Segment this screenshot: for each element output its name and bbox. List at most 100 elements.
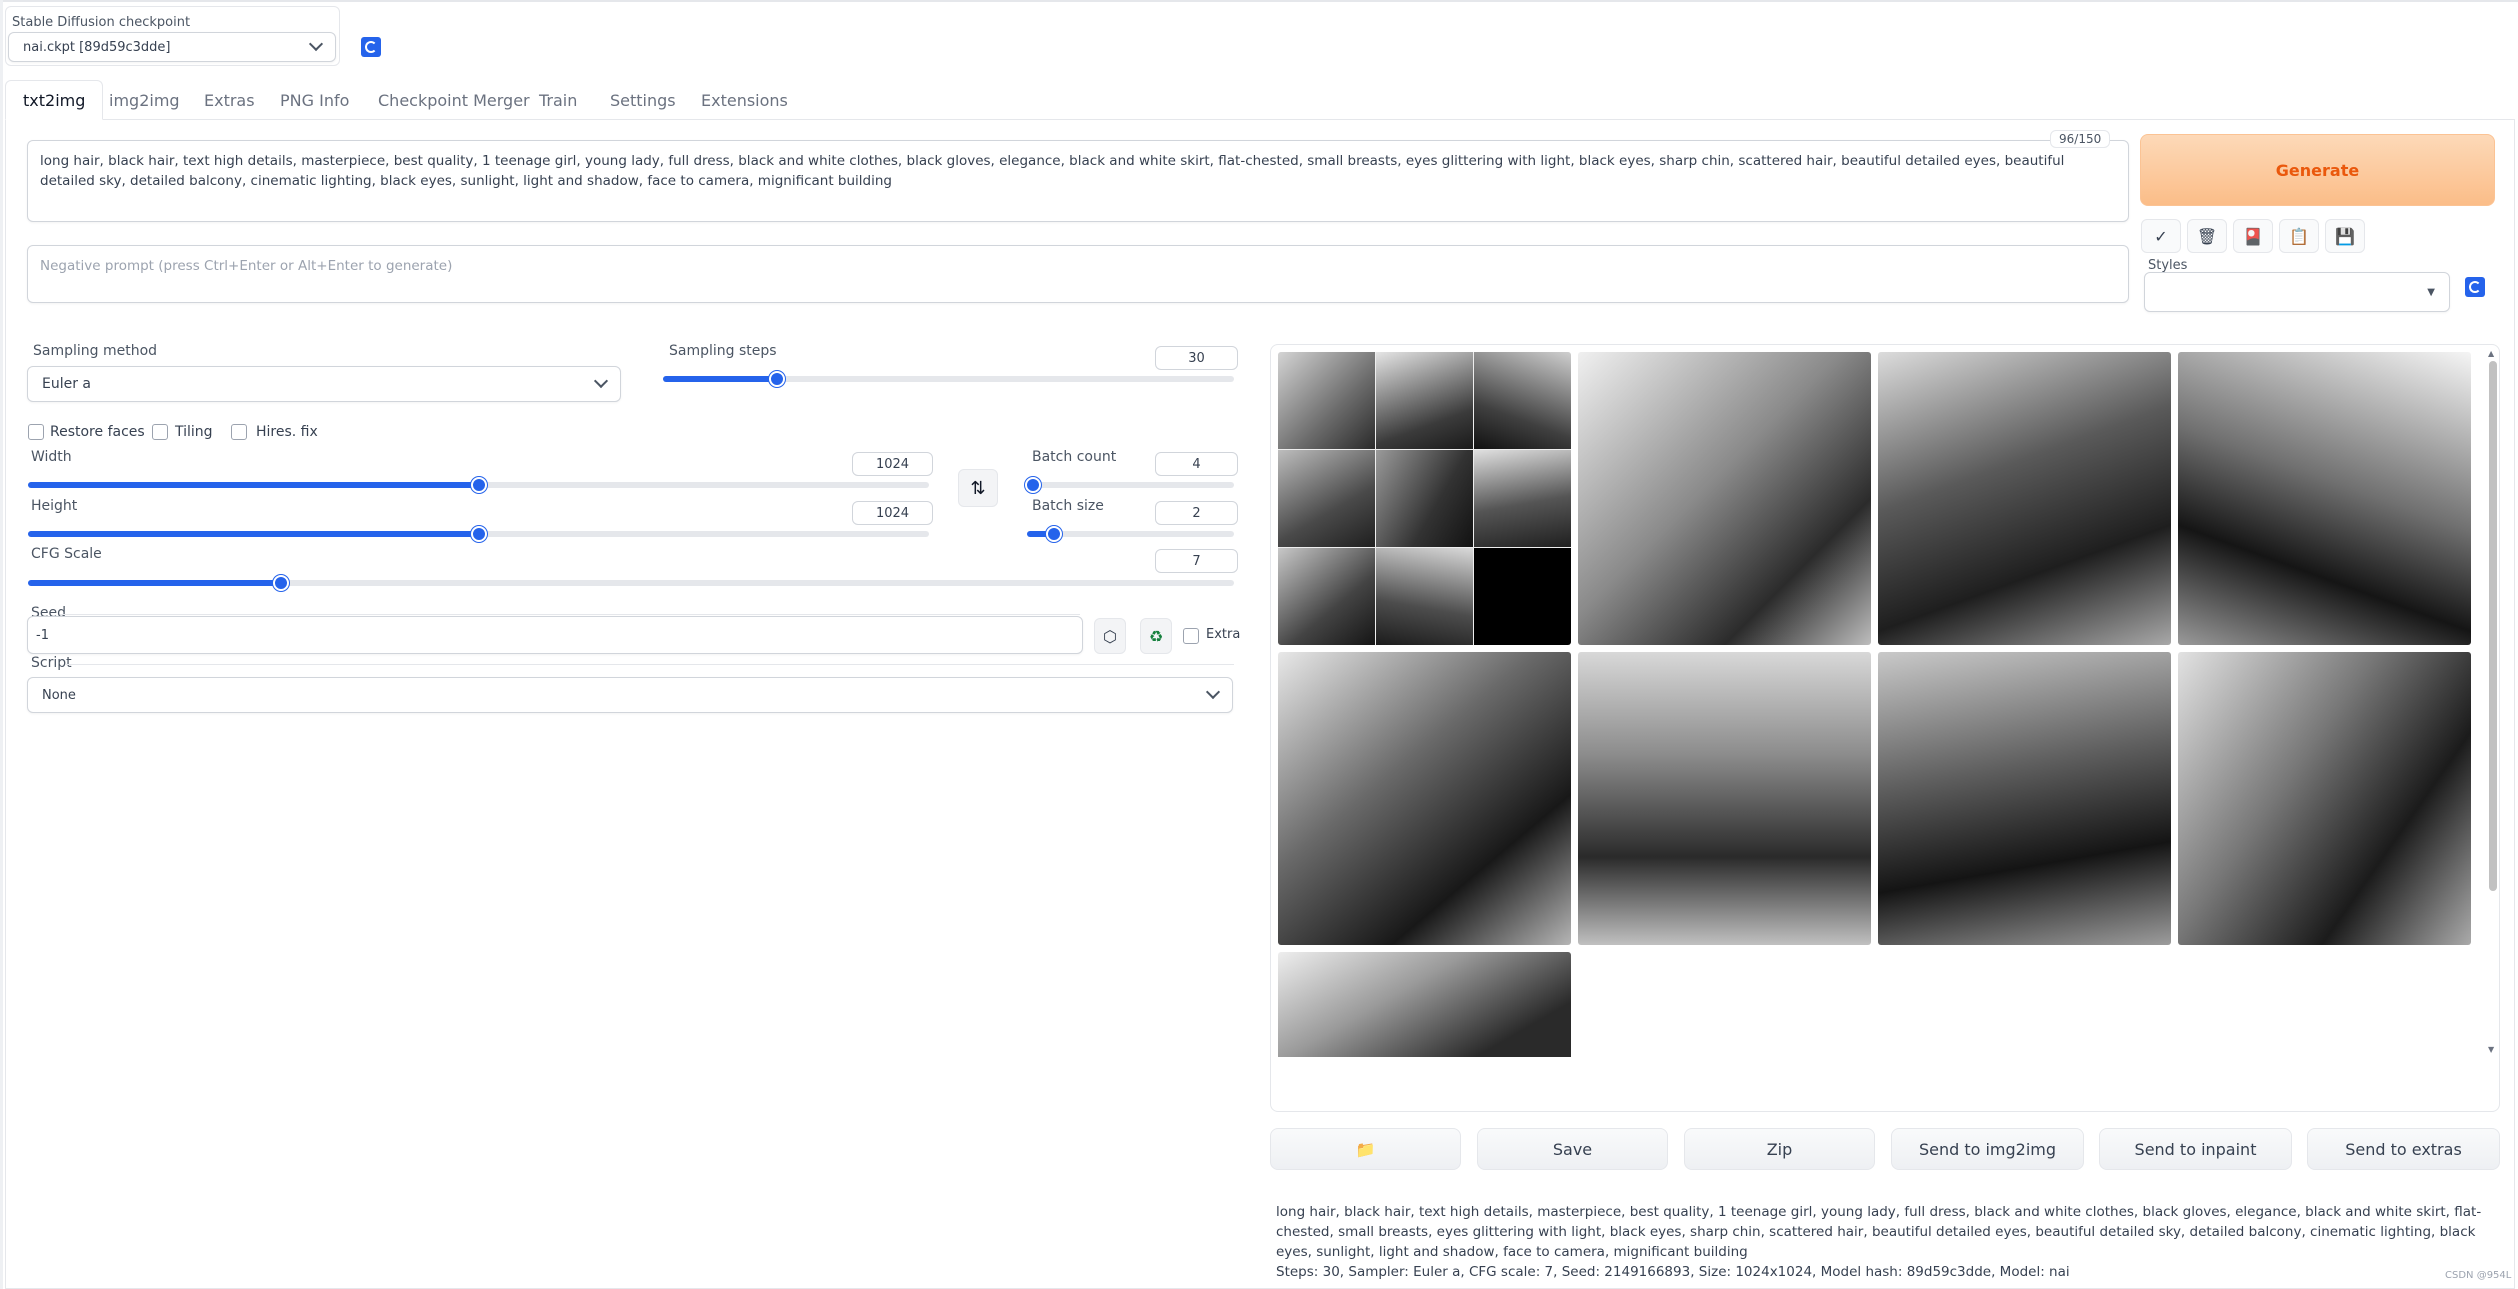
script-label: Script xyxy=(31,655,72,671)
recycle-icon: ♻ xyxy=(1148,626,1164,646)
chevron-down-icon xyxy=(308,36,324,52)
script-dropdown[interactable]: None xyxy=(27,677,1233,713)
checkpoint-dropdown[interactable]: nai.ckpt [89d59c3dde] xyxy=(8,32,336,62)
batch-count-input[interactable]: 4 xyxy=(1155,452,1238,476)
tab-img2img[interactable]: img2img xyxy=(92,80,197,120)
gallery-image-grid[interactable] xyxy=(1278,352,1571,645)
negative-prompt-textarea[interactable]: Negative prompt (press Ctrl+Enter or Alt… xyxy=(27,245,2129,303)
save-style-button[interactable]: 💾 xyxy=(2325,219,2365,253)
clear-prompt-button[interactable]: 🗑 xyxy=(2187,219,2227,253)
open-folder-button[interactable]: 📁 xyxy=(1270,1128,1461,1170)
gallery-image[interactable] xyxy=(1878,652,2171,945)
send-to-img2img-button[interactable]: Send to img2img xyxy=(1891,1128,2084,1170)
dice-icon: ⬡ xyxy=(1103,626,1117,646)
restore-faces-checkbox[interactable] xyxy=(28,424,44,440)
slider-fill xyxy=(28,482,479,488)
tab-txt2img[interactable]: txt2img xyxy=(5,80,104,120)
grid-cell xyxy=(1474,352,1571,449)
height-slider[interactable] xyxy=(28,526,929,542)
gallery-image[interactable] xyxy=(1878,352,2171,645)
grid-cell xyxy=(1376,548,1473,645)
slider-handle[interactable] xyxy=(769,371,785,387)
folder-icon: 📁 xyxy=(1355,1139,1376,1159)
gallery-image[interactable] xyxy=(1278,652,1571,945)
tiling-checkbox[interactable] xyxy=(152,424,168,440)
width-slider[interactable] xyxy=(28,477,929,493)
send-to-inpaint-button[interactable]: Send to inpaint xyxy=(2099,1128,2292,1170)
sampling-steps-input[interactable]: 30 xyxy=(1155,346,1238,370)
prompt-textarea[interactable]: long hair, black hair, text high details… xyxy=(27,140,2129,222)
slider-fill xyxy=(663,376,777,382)
scroll-up-arrow-icon[interactable]: ▲ xyxy=(2488,349,2494,358)
seed-value: -1 xyxy=(36,627,49,643)
height-input[interactable]: 1024 xyxy=(852,501,933,525)
apply-style-button[interactable]: 📋 xyxy=(2279,219,2319,253)
gallery-image[interactable] xyxy=(1578,352,1871,645)
batch-size-input[interactable]: 2 xyxy=(1155,501,1238,525)
random-seed-button[interactable]: ⬡ xyxy=(1094,618,1126,654)
cfg-scale-slider[interactable] xyxy=(28,575,1234,591)
refresh-styles-button[interactable] xyxy=(2465,277,2485,297)
swap-dimensions-button[interactable]: ⇅ xyxy=(958,469,998,507)
chevron-down-icon xyxy=(1205,684,1221,700)
sampling-steps-label: Sampling steps xyxy=(669,343,777,359)
gallery-image[interactable] xyxy=(1578,652,1871,945)
slider-handle[interactable] xyxy=(471,477,487,493)
slider-handle[interactable] xyxy=(1025,477,1041,493)
slider-handle[interactable] xyxy=(1046,526,1062,542)
scroll-down-arrow-icon[interactable]: ▼ xyxy=(2488,1045,2494,1054)
grid-cell xyxy=(1278,352,1375,449)
swap-arrows-icon: ⇅ xyxy=(970,477,986,499)
grid-cell xyxy=(1278,548,1375,645)
trash-icon: 🗑 xyxy=(2196,226,2218,246)
seed-underline xyxy=(60,614,1080,615)
styles-dropdown[interactable]: ▼ xyxy=(2144,272,2450,312)
gallery-scrollbar[interactable]: ▲ ▼ xyxy=(2485,345,2499,1111)
hires-fix-checkbox[interactable] xyxy=(231,424,247,440)
sampling-steps-slider[interactable] xyxy=(663,371,1234,387)
slider-fill xyxy=(28,580,281,586)
extra-seed-checkbox[interactable] xyxy=(1183,628,1199,644)
tab-checkpoint-merger[interactable]: Checkpoint Merger xyxy=(361,80,547,120)
interrogate-button[interactable]: ✓ xyxy=(2141,219,2181,253)
slider-handle[interactable] xyxy=(273,575,289,591)
prompt-text: long hair, black hair, text high details… xyxy=(40,153,2065,189)
save-button[interactable]: Save xyxy=(1477,1128,1668,1170)
scrollbar-thumb[interactable] xyxy=(2489,361,2497,891)
seed-input[interactable]: -1 xyxy=(27,616,1083,654)
gallery-image[interactable] xyxy=(1278,952,1571,1057)
send-to-extras-button[interactable]: Send to extras xyxy=(2307,1128,2500,1170)
generation-info-prompt: long hair, black hair, text high details… xyxy=(1276,1204,2482,1260)
cfg-scale-input[interactable]: 7 xyxy=(1155,549,1238,573)
tab-extras[interactable]: Extras xyxy=(187,80,272,120)
token-counter: 96/150 xyxy=(2050,130,2111,148)
tiling-label: Tiling xyxy=(175,424,213,440)
refresh-checkpoint-button[interactable] xyxy=(361,37,381,57)
tab-train[interactable]: Train xyxy=(522,80,594,120)
top-border xyxy=(0,0,2518,2)
clipboard-icon: 📋 xyxy=(2289,226,2309,246)
gallery-image[interactable] xyxy=(2178,352,2471,645)
width-input[interactable]: 1024 xyxy=(852,452,933,476)
tab-png-info[interactable]: PNG Info xyxy=(263,80,366,120)
batch-size-slider[interactable] xyxy=(1027,526,1234,542)
generate-button[interactable]: Generate xyxy=(2140,134,2495,206)
gallery-image[interactable] xyxy=(2178,652,2471,945)
sampling-method-dropdown[interactable]: Euler a xyxy=(27,366,621,402)
tab-extensions[interactable]: Extensions xyxy=(684,80,805,120)
hires-fix-label: Hires. fix xyxy=(256,424,318,440)
extra-networks-button[interactable]: 🎴 xyxy=(2233,219,2273,253)
negative-prompt-placeholder: Negative prompt (press Ctrl+Enter or Alt… xyxy=(40,258,453,274)
chevron-down-icon xyxy=(593,373,609,389)
reuse-seed-button[interactable]: ♻ xyxy=(1140,618,1172,654)
slider-handle[interactable] xyxy=(471,526,487,542)
grid-cell xyxy=(1474,548,1571,645)
check-icon: ✓ xyxy=(2154,226,2168,246)
checkpoint-label: Stable Diffusion checkpoint xyxy=(12,15,191,30)
tab-label: txt2img xyxy=(23,90,86,110)
checkpoint-value: nai.ckpt [89d59c3dde] xyxy=(23,39,171,55)
batch-count-slider[interactable] xyxy=(1025,477,1234,493)
slider-fill xyxy=(28,531,479,537)
zip-button[interactable]: Zip xyxy=(1684,1128,1875,1170)
tab-settings[interactable]: Settings xyxy=(593,80,693,120)
